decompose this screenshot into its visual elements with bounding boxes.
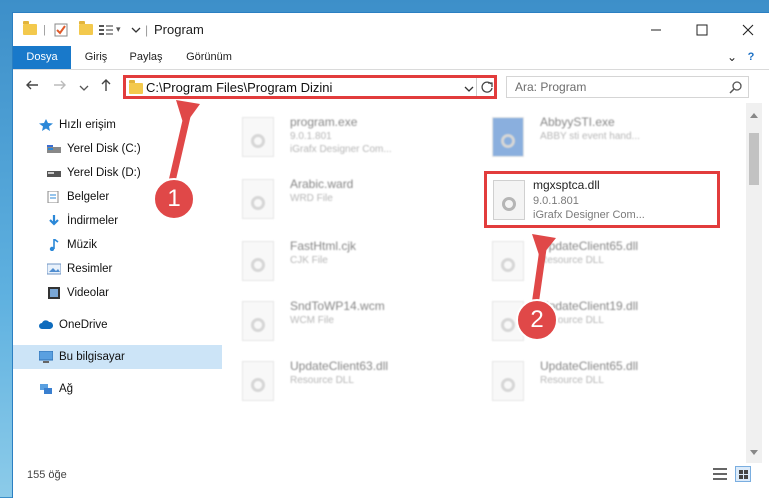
annotation-arrows	[166, 100, 556, 309]
step-1-badge: 1	[153, 178, 195, 220]
step-2-badge: 2	[516, 299, 558, 341]
